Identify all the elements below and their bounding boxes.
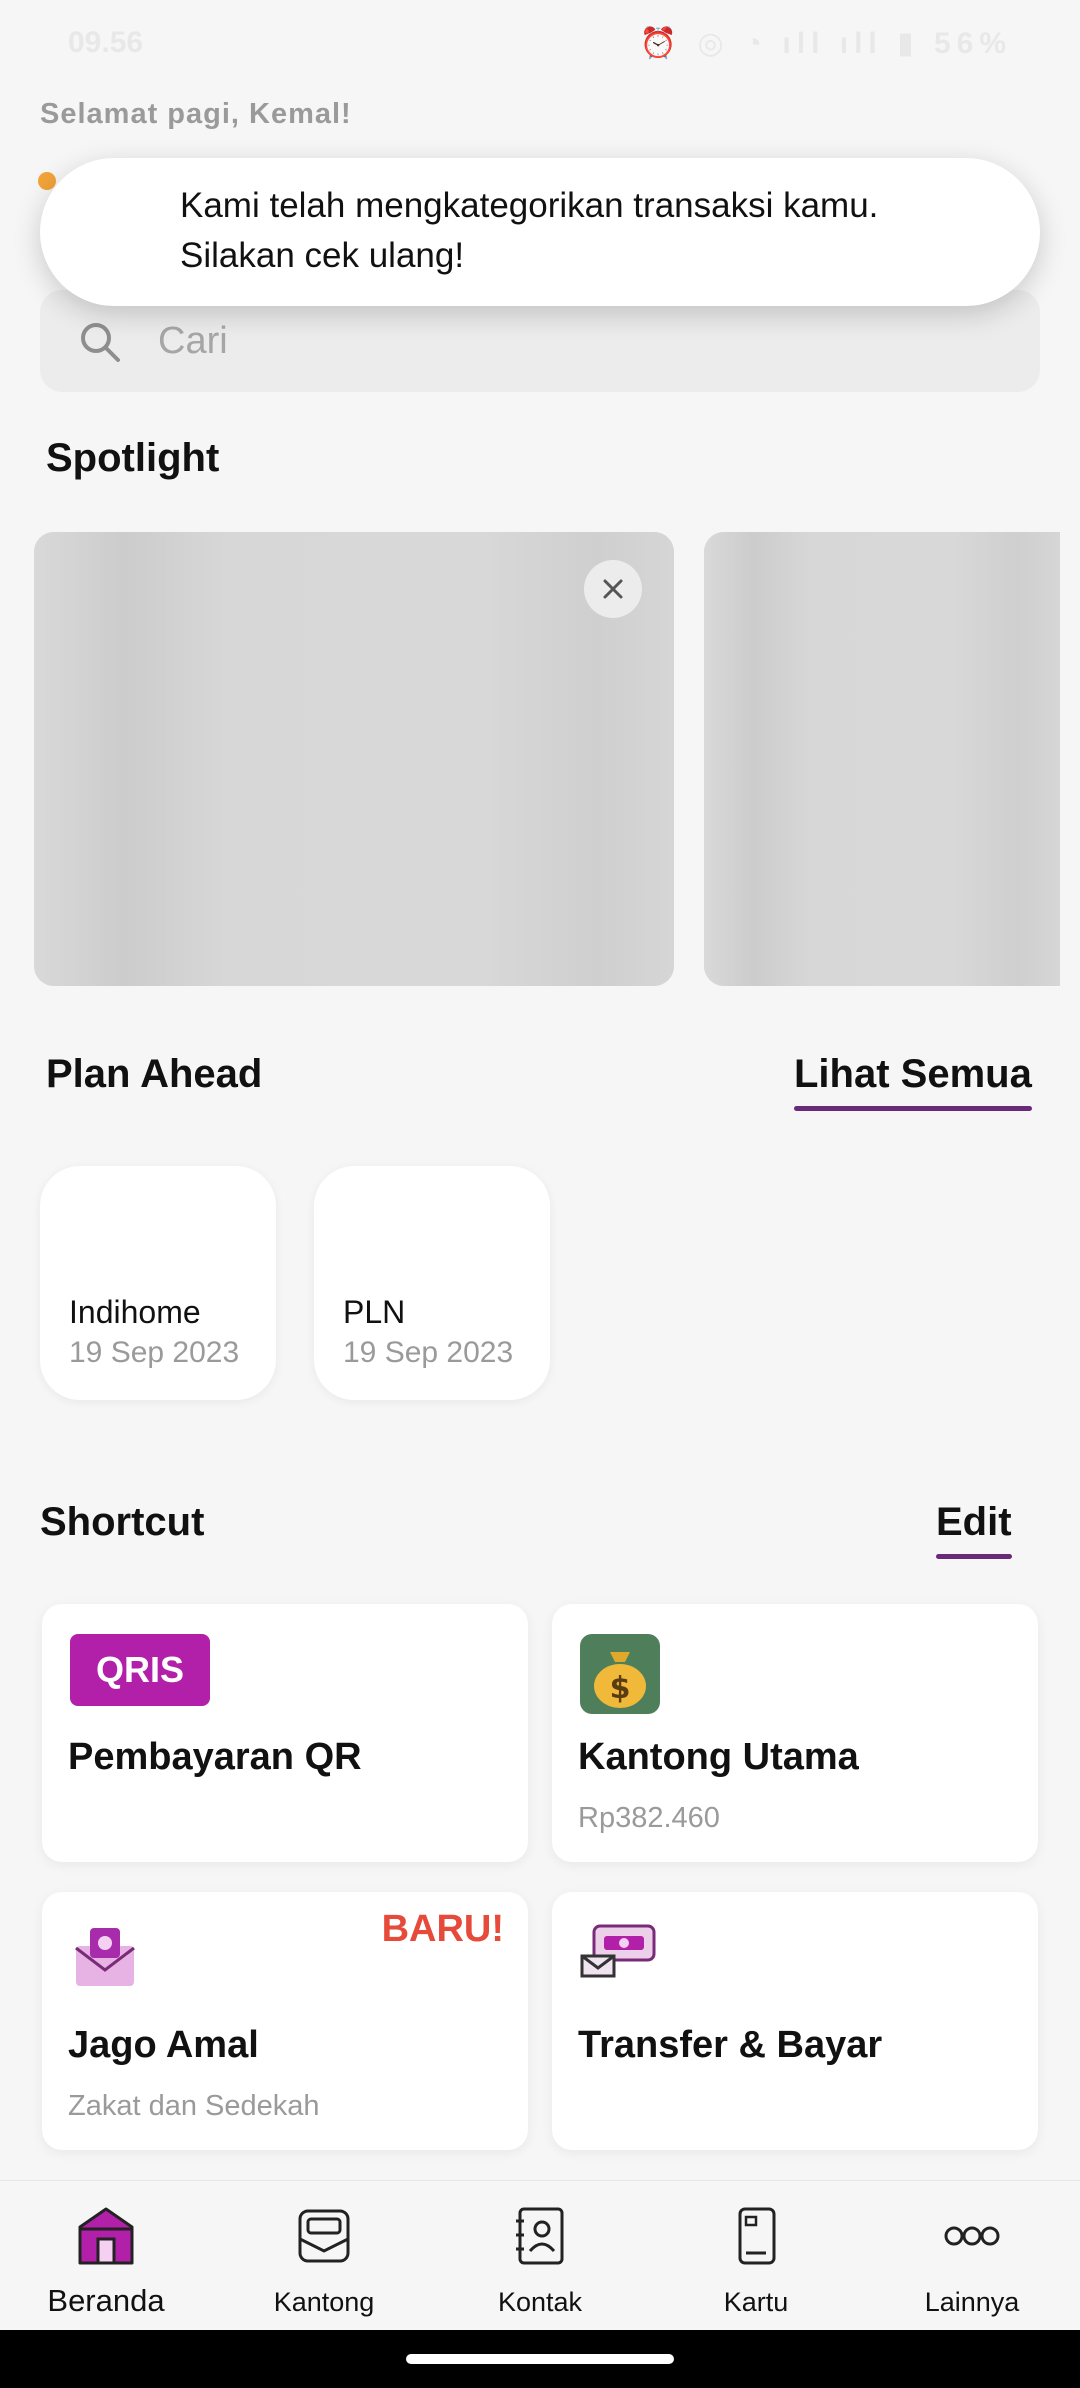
plan-name: Indihome — [69, 1294, 201, 1330]
see-all-label: Lihat Semua — [794, 1052, 1032, 1096]
nav-kantong[interactable]: Kantong — [234, 2181, 414, 2331]
toast-notification: Kami telah mengkategorikan transaksi kam… — [40, 158, 1040, 306]
svg-text:$: $ — [610, 1671, 631, 1706]
plan-date: 19 Sep 2023 — [343, 1336, 514, 1369]
shortcut-title-label: Jago Amal — [68, 2024, 259, 2066]
nav-lainnya[interactable]: Lainnya — [882, 2181, 1062, 2331]
plan-date: 19 Sep 2023 — [69, 1336, 240, 1369]
search-placeholder: Cari — [158, 320, 228, 362]
plan-name: PLN — [343, 1294, 406, 1330]
transfer-icon — [580, 1924, 656, 1978]
home-gesture-handle[interactable] — [406, 2354, 674, 2364]
toast-line-1: Kami telah mengkategorikan transaksi kam… — [180, 186, 879, 225]
bottom-navigation: Beranda Kantong Kontak Kartu Lainnya — [0, 2180, 1080, 2331]
nav-beranda[interactable]: Beranda — [16, 2181, 196, 2331]
see-all-link[interactable]: Lihat Semua — [794, 1052, 1032, 1111]
envelope-icon — [75, 1928, 135, 1986]
spotlight-card[interactable] — [704, 532, 1060, 986]
more-icon — [944, 2226, 1000, 2246]
nav-label: Kartu — [723, 2287, 789, 2317]
search-icon — [81, 323, 120, 362]
battery-level: 56% — [933, 27, 1012, 60]
spotlight-title: Spotlight — [46, 436, 220, 480]
nav-label: Lainnya — [924, 2287, 1020, 2317]
shortcut-kantong-utama[interactable]: $ Kantong Utama Rp382.460 — [552, 1604, 1038, 1862]
close-icon — [603, 579, 623, 599]
qris-icon: QRIS — [70, 1634, 210, 1706]
shortcut-title-label: Pembayaran QR — [68, 1736, 362, 1778]
plan-card-indihome[interactable]: Indihome 19 Sep 2023 — [40, 1166, 276, 1400]
status-bar: 09.56 ⏰ ◎ ◔ ıll ıll ▮ 56% — [0, 0, 1080, 90]
shortcut-title-label: Kantong Utama — [578, 1736, 859, 1778]
edit-shortcut-link[interactable]: Edit — [936, 1500, 1012, 1559]
greeting-text: Selamat pagi, Kemal! — [40, 98, 352, 130]
spotlight-card[interactable] — [34, 532, 674, 986]
shortcut-title: Shortcut — [40, 1500, 205, 1544]
nav-kontak[interactable]: Kontak — [450, 2181, 630, 2331]
shortcut-balance: Rp382.460 — [578, 1802, 720, 1834]
status-icons: ⏰ ◎ ◔ ıll ıll ▮ 56% — [639, 27, 1012, 60]
nav-label: Kontak — [497, 2287, 583, 2317]
toast-line-2: Silakan cek ulang! — [180, 236, 465, 275]
plan-card-pln[interactable]: PLN 19 Sep 2023 — [314, 1166, 550, 1400]
edit-label: Edit — [936, 1500, 1012, 1544]
status-time: 09.56 — [68, 26, 144, 59]
money-bag-icon: $ — [580, 1634, 660, 1714]
nav-kartu[interactable]: Kartu — [666, 2181, 846, 2331]
card-icon — [738, 2207, 776, 2265]
link-underline — [936, 1554, 1012, 1559]
pocket-icon — [298, 2209, 350, 2263]
qris-logo-text: QRIS — [96, 1649, 184, 1690]
home-icon — [78, 2207, 134, 2265]
nav-label: Kantong — [273, 2287, 375, 2317]
new-badge: BARU! — [381, 1908, 504, 1950]
shortcut-pembayaran-qr[interactable]: QRIS Pembayaran QR — [42, 1604, 528, 1862]
link-underline — [794, 1106, 1032, 1111]
shortcut-transfer-bayar[interactable]: Transfer & Bayar — [552, 1892, 1038, 2150]
shortcut-jago-amal[interactable]: BARU! Jago Amal Zakat dan Sedekah — [42, 1892, 528, 2150]
shortcut-title-label: Transfer & Bayar — [578, 2024, 883, 2066]
shortcut-subtitle: Zakat dan Sedekah — [68, 2090, 320, 2122]
contacts-icon — [516, 2207, 564, 2265]
nav-label: Beranda — [47, 2283, 165, 2318]
plan-ahead-title: Plan Ahead — [46, 1052, 263, 1096]
spotlight-close-button[interactable] — [584, 560, 642, 618]
